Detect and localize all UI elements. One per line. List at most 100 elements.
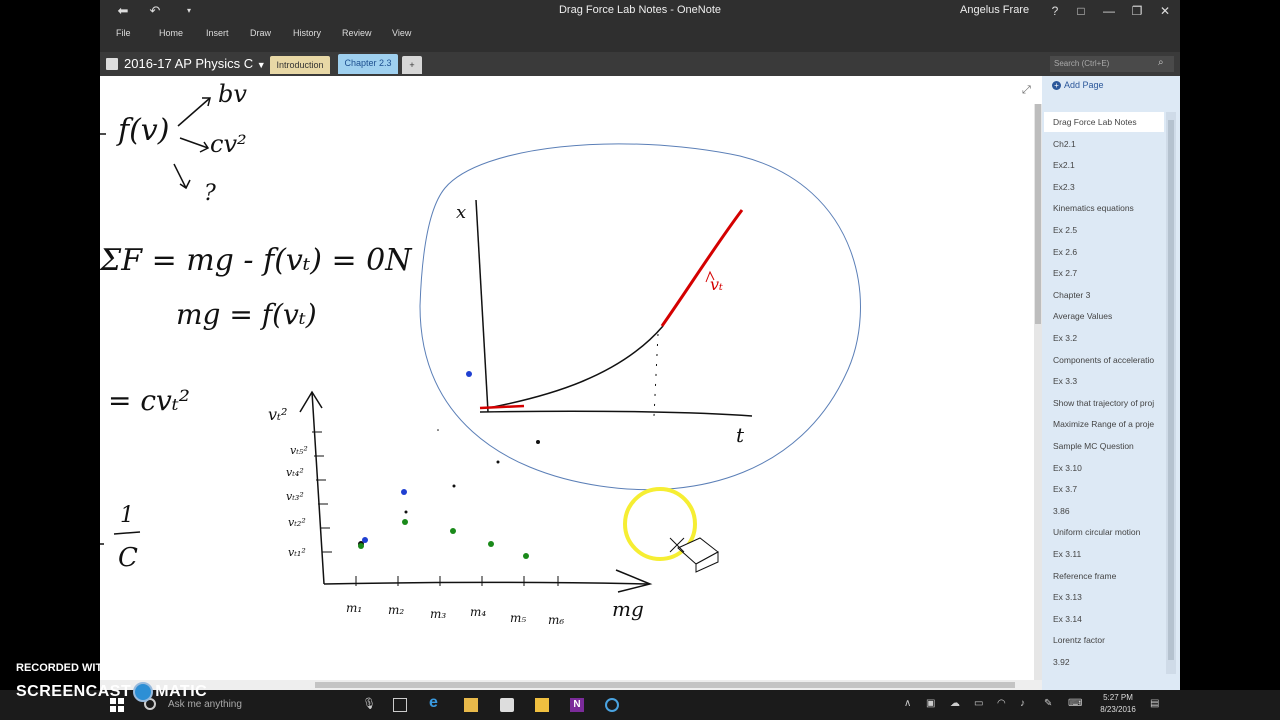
screencastomatic-taskbar-icon[interactable] [605,698,619,712]
user-name[interactable]: Angelus Frare [960,4,1029,16]
page-list-item[interactable]: Ex 3.11 [1044,544,1164,564]
pen-icon[interactable]: ✎ [1044,698,1052,709]
ink-eq-cv: = cvₜ² [108,384,190,417]
close-button[interactable]: ✕ [1154,2,1176,20]
add-page-button[interactable]: + Add Page [1052,80,1104,90]
axis-label-vt2: vₜ² [268,405,287,424]
clock-date: 8/23/2016 [1100,705,1136,714]
page-list-item[interactable]: Ex 2.7 [1044,263,1164,283]
page-list-item[interactable]: Chapter 3 [1044,285,1164,305]
x-tick-m4: m₄ [470,605,486,619]
tray-device-icon[interactable]: ▣ [926,698,935,709]
x-tick-labels: m₁ m₂ m₃ m₄ m₅ m₆ [346,601,564,627]
section-tab-chapter-2-3[interactable]: Chapter 2.3 [338,54,398,74]
back-icon[interactable]: ⬅ [116,2,130,20]
notebook-switcher[interactable]: 2016-17 AP Physics C ▼ [124,56,266,71]
page-list-item[interactable]: 3.86 [1044,501,1164,521]
section-bar: 2016-17 AP Physics C ▼ Introduction Chap… [100,52,1180,76]
page-vertical-scroll-thumb[interactable] [1035,104,1041,324]
store-icon[interactable] [500,698,514,712]
tab-history[interactable]: History [293,28,321,38]
undo-icon[interactable]: ↶ [148,2,162,20]
add-page-label: Add Page [1064,80,1104,90]
page-horizontal-scrollbar[interactable] [100,680,1042,690]
ribbon-display-button[interactable]: □ [1070,2,1092,20]
position-time-graph: x t vₜ [456,199,753,447]
volume-icon[interactable]: ♪ [1020,698,1025,709]
taskbar-clock[interactable]: 5:27 PM 8/23/2016 [1096,692,1140,716]
page-list-item[interactable]: Ex 3.3 [1044,371,1164,391]
page-list-item[interactable]: Ex 3.10 [1044,458,1164,478]
page-canvas[interactable]: f(v) bv cv² ? ΣF = mg - f(vₜ) = 0N mg = … [100,76,1034,680]
tab-home[interactable]: Home [159,28,183,38]
page-list-scroll-thumb[interactable] [1168,120,1174,660]
tray-display-icon[interactable]: ▭ [974,698,983,709]
add-section-button[interactable]: + [402,56,422,74]
tab-insert[interactable]: Insert [206,28,229,38]
x-tick-m2: m₂ [388,603,404,617]
y-tick-vt4: vₜ₄² [286,466,304,479]
page-list-item[interactable]: Ex 3.14 [1044,609,1164,629]
keyboard-icon[interactable]: ⌨ [1068,698,1082,709]
page-list-item[interactable]: Show that trajectory of proj [1044,393,1164,413]
page-list-item[interactable]: Maximize Range of a proje [1044,414,1164,434]
action-center-icon[interactable]: ▤ [1150,698,1159,709]
ink-drag-cases: f(v) bv cv² ? [116,80,247,206]
tab-file[interactable]: File [116,28,131,38]
page-list-item[interactable]: Ch2.1 [1044,134,1164,154]
folder-app-icon[interactable] [535,698,549,712]
tray-overflow-icon[interactable]: ∧ [904,698,911,709]
x-ticks [355,576,559,586]
ink-cv2: cv² [210,130,247,158]
chevron-down-icon: ▼ [256,60,266,70]
axis-label-mg: mg [612,597,644,621]
page-list-item[interactable]: Uniform circular motion [1044,522,1164,542]
page-list-scrollbar[interactable] [1166,112,1176,674]
onenote-taskbar-icon[interactable]: N [570,698,584,712]
page-list-item[interactable]: Ex 2.6 [1044,242,1164,262]
page-list-item[interactable]: Sample MC Question [1044,436,1164,456]
page-list-item[interactable]: 3.92 [1044,652,1164,672]
page-list-item[interactable]: Ex2.3 [1044,177,1164,197]
tab-view[interactable]: View [392,28,411,38]
x-tick-m1: m₁ [346,601,362,615]
section-tab-introduction[interactable]: Introduction [270,56,330,74]
page-list-item[interactable]: Drag Force Lab Notes [1044,112,1164,132]
tab-review[interactable]: Review [342,28,372,38]
quick-access-dropdown-icon[interactable]: ▾ [184,2,194,20]
search-input[interactable]: Search (Ctrl+E) [1050,56,1174,72]
page-list-item[interactable]: Ex 3.7 [1044,479,1164,499]
lasso-selection[interactable] [419,143,861,491]
onedrive-icon[interactable]: ☁ [950,698,960,709]
page-list-item[interactable]: Ex 3.2 [1044,328,1164,348]
page-list-item[interactable]: Kinematics equations [1044,198,1164,218]
wifi-icon[interactable]: ◠ [997,698,1006,709]
task-view-icon[interactable] [393,698,407,712]
page-list-item[interactable]: Ex 3.13 [1044,587,1164,607]
ink-drawing: f(v) bv cv² ? ΣF = mg - f(vₜ) = 0N mg = … [100,80,861,627]
terminal-velocity-graph: vₜ² vₜ₅² vₜ₄² vₜ₃² vₜ₂² vₜ₁² m₁ m₂ m₃ m₄… [268,390,653,627]
help-button[interactable]: ? [1044,2,1066,20]
page-list-item[interactable]: Ex 2.5 [1044,220,1164,240]
screencastomatic-watermark: SCREENCAST MATIC [16,682,207,702]
watermark-brand-left: SCREENCAST [16,683,132,701]
page-list-item[interactable]: Lorentz factor [1044,630,1164,650]
page-list-item[interactable]: Components of acceleratio [1044,350,1164,370]
full-page-view-icon[interactable]: ⤢ [1022,84,1031,97]
clock-time: 5:27 PM [1103,693,1133,702]
microphone-icon[interactable]: 🎙 [362,697,376,710]
ink-equations: ΣF = mg - f(vₜ) = 0N mg = f(vₜ) = cvₜ² 1… [100,243,413,573]
maximize-button[interactable]: ❐ [1126,2,1148,20]
page-vertical-scrollbar[interactable] [1034,104,1042,680]
edge-browser-icon[interactable]: e [429,694,443,711]
tab-draw[interactable]: Draw [250,28,271,38]
page-list-item[interactable]: Reference frame [1044,566,1164,586]
page-list-item[interactable]: Average Values [1044,306,1164,326]
search-icon[interactable]: ⌕ [1158,57,1164,68]
letterbox-left [0,0,100,690]
page-horizontal-scroll-thumb[interactable] [315,682,1015,688]
page-list-item[interactable]: Ex2.1 [1044,155,1164,175]
file-explorer-icon[interactable] [464,698,478,712]
minimize-button[interactable]: — [1098,2,1120,20]
y-tick-vt5: vₜ₅² [290,444,308,457]
